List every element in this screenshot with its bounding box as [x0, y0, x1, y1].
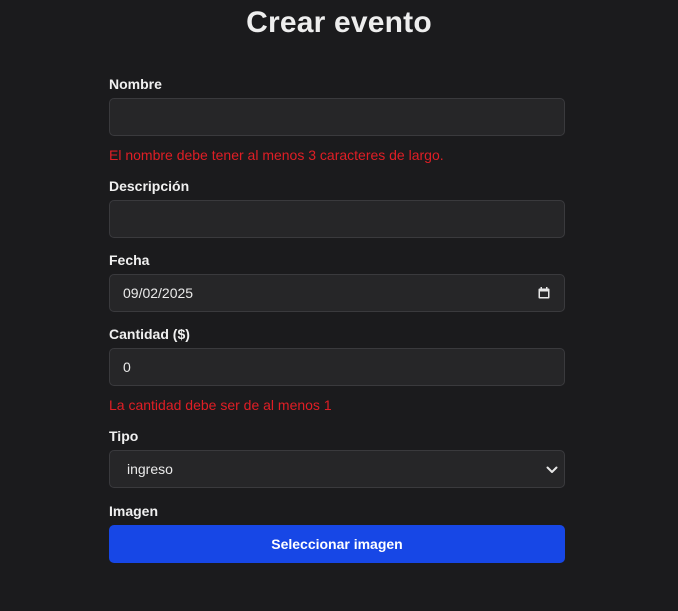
cantidad-error: La cantidad debe ser de al menos 1: [109, 397, 332, 413]
calendar-icon[interactable]: [538, 287, 550, 299]
select-image-button[interactable]: Seleccionar imagen: [109, 525, 565, 563]
tipo-label: Tipo: [109, 428, 139, 444]
nombre-input[interactable]: [109, 98, 565, 136]
descripcion-input[interactable]: [109, 200, 565, 238]
cantidad-value: 0: [123, 359, 131, 375]
nombre-label: Nombre: [109, 76, 162, 92]
create-event-page: Crear evento Nombre El nombre debe tener…: [0, 0, 678, 611]
descripcion-label: Descripción: [109, 178, 190, 194]
cantidad-input[interactable]: 0: [109, 348, 565, 386]
fecha-label: Fecha: [109, 252, 150, 268]
page-title: Crear evento: [246, 6, 432, 39]
nombre-error: El nombre debe tener al menos 3 caracter…: [109, 147, 444, 163]
tipo-selected-value: ingreso: [127, 461, 173, 477]
fecha-input[interactable]: 09/02/2025: [109, 274, 565, 312]
fecha-value: 09/02/2025: [123, 285, 194, 301]
chevron-down-icon: [546, 466, 558, 473]
tipo-select[interactable]: ingreso: [109, 450, 565, 488]
imagen-label: Imagen: [109, 503, 159, 519]
cantidad-label: Cantidad ($): [109, 326, 190, 342]
